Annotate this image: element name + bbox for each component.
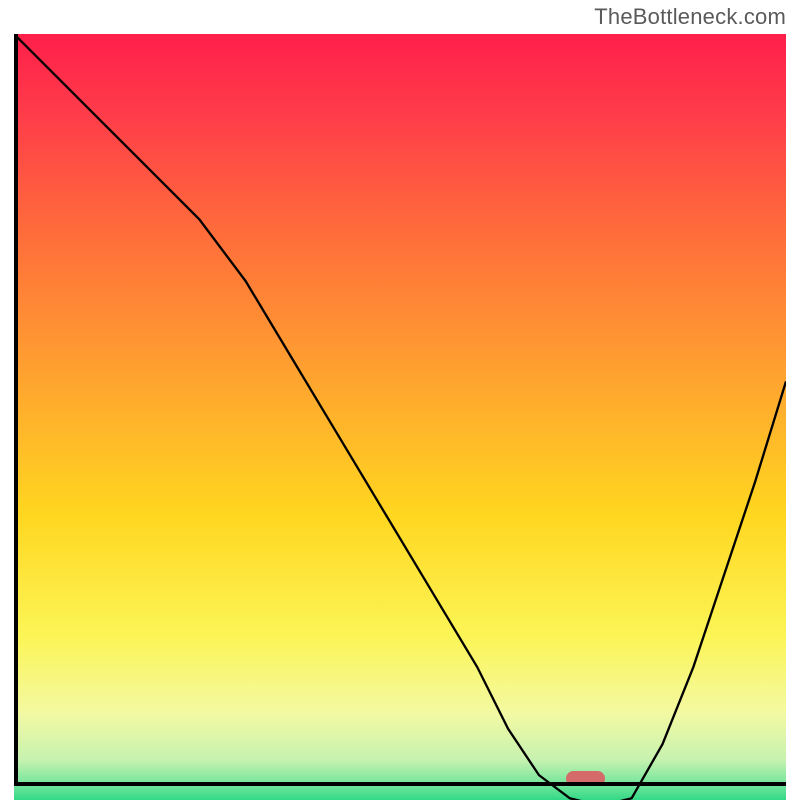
watermark-text: TheBottleneck.com — [594, 4, 786, 30]
curve-layer — [14, 34, 786, 800]
chart-container: TheBottleneck.com — [0, 0, 800, 800]
y-axis — [14, 34, 18, 786]
bottleneck-curve — [14, 34, 786, 800]
x-axis — [14, 782, 786, 786]
plot-area — [14, 34, 786, 786]
